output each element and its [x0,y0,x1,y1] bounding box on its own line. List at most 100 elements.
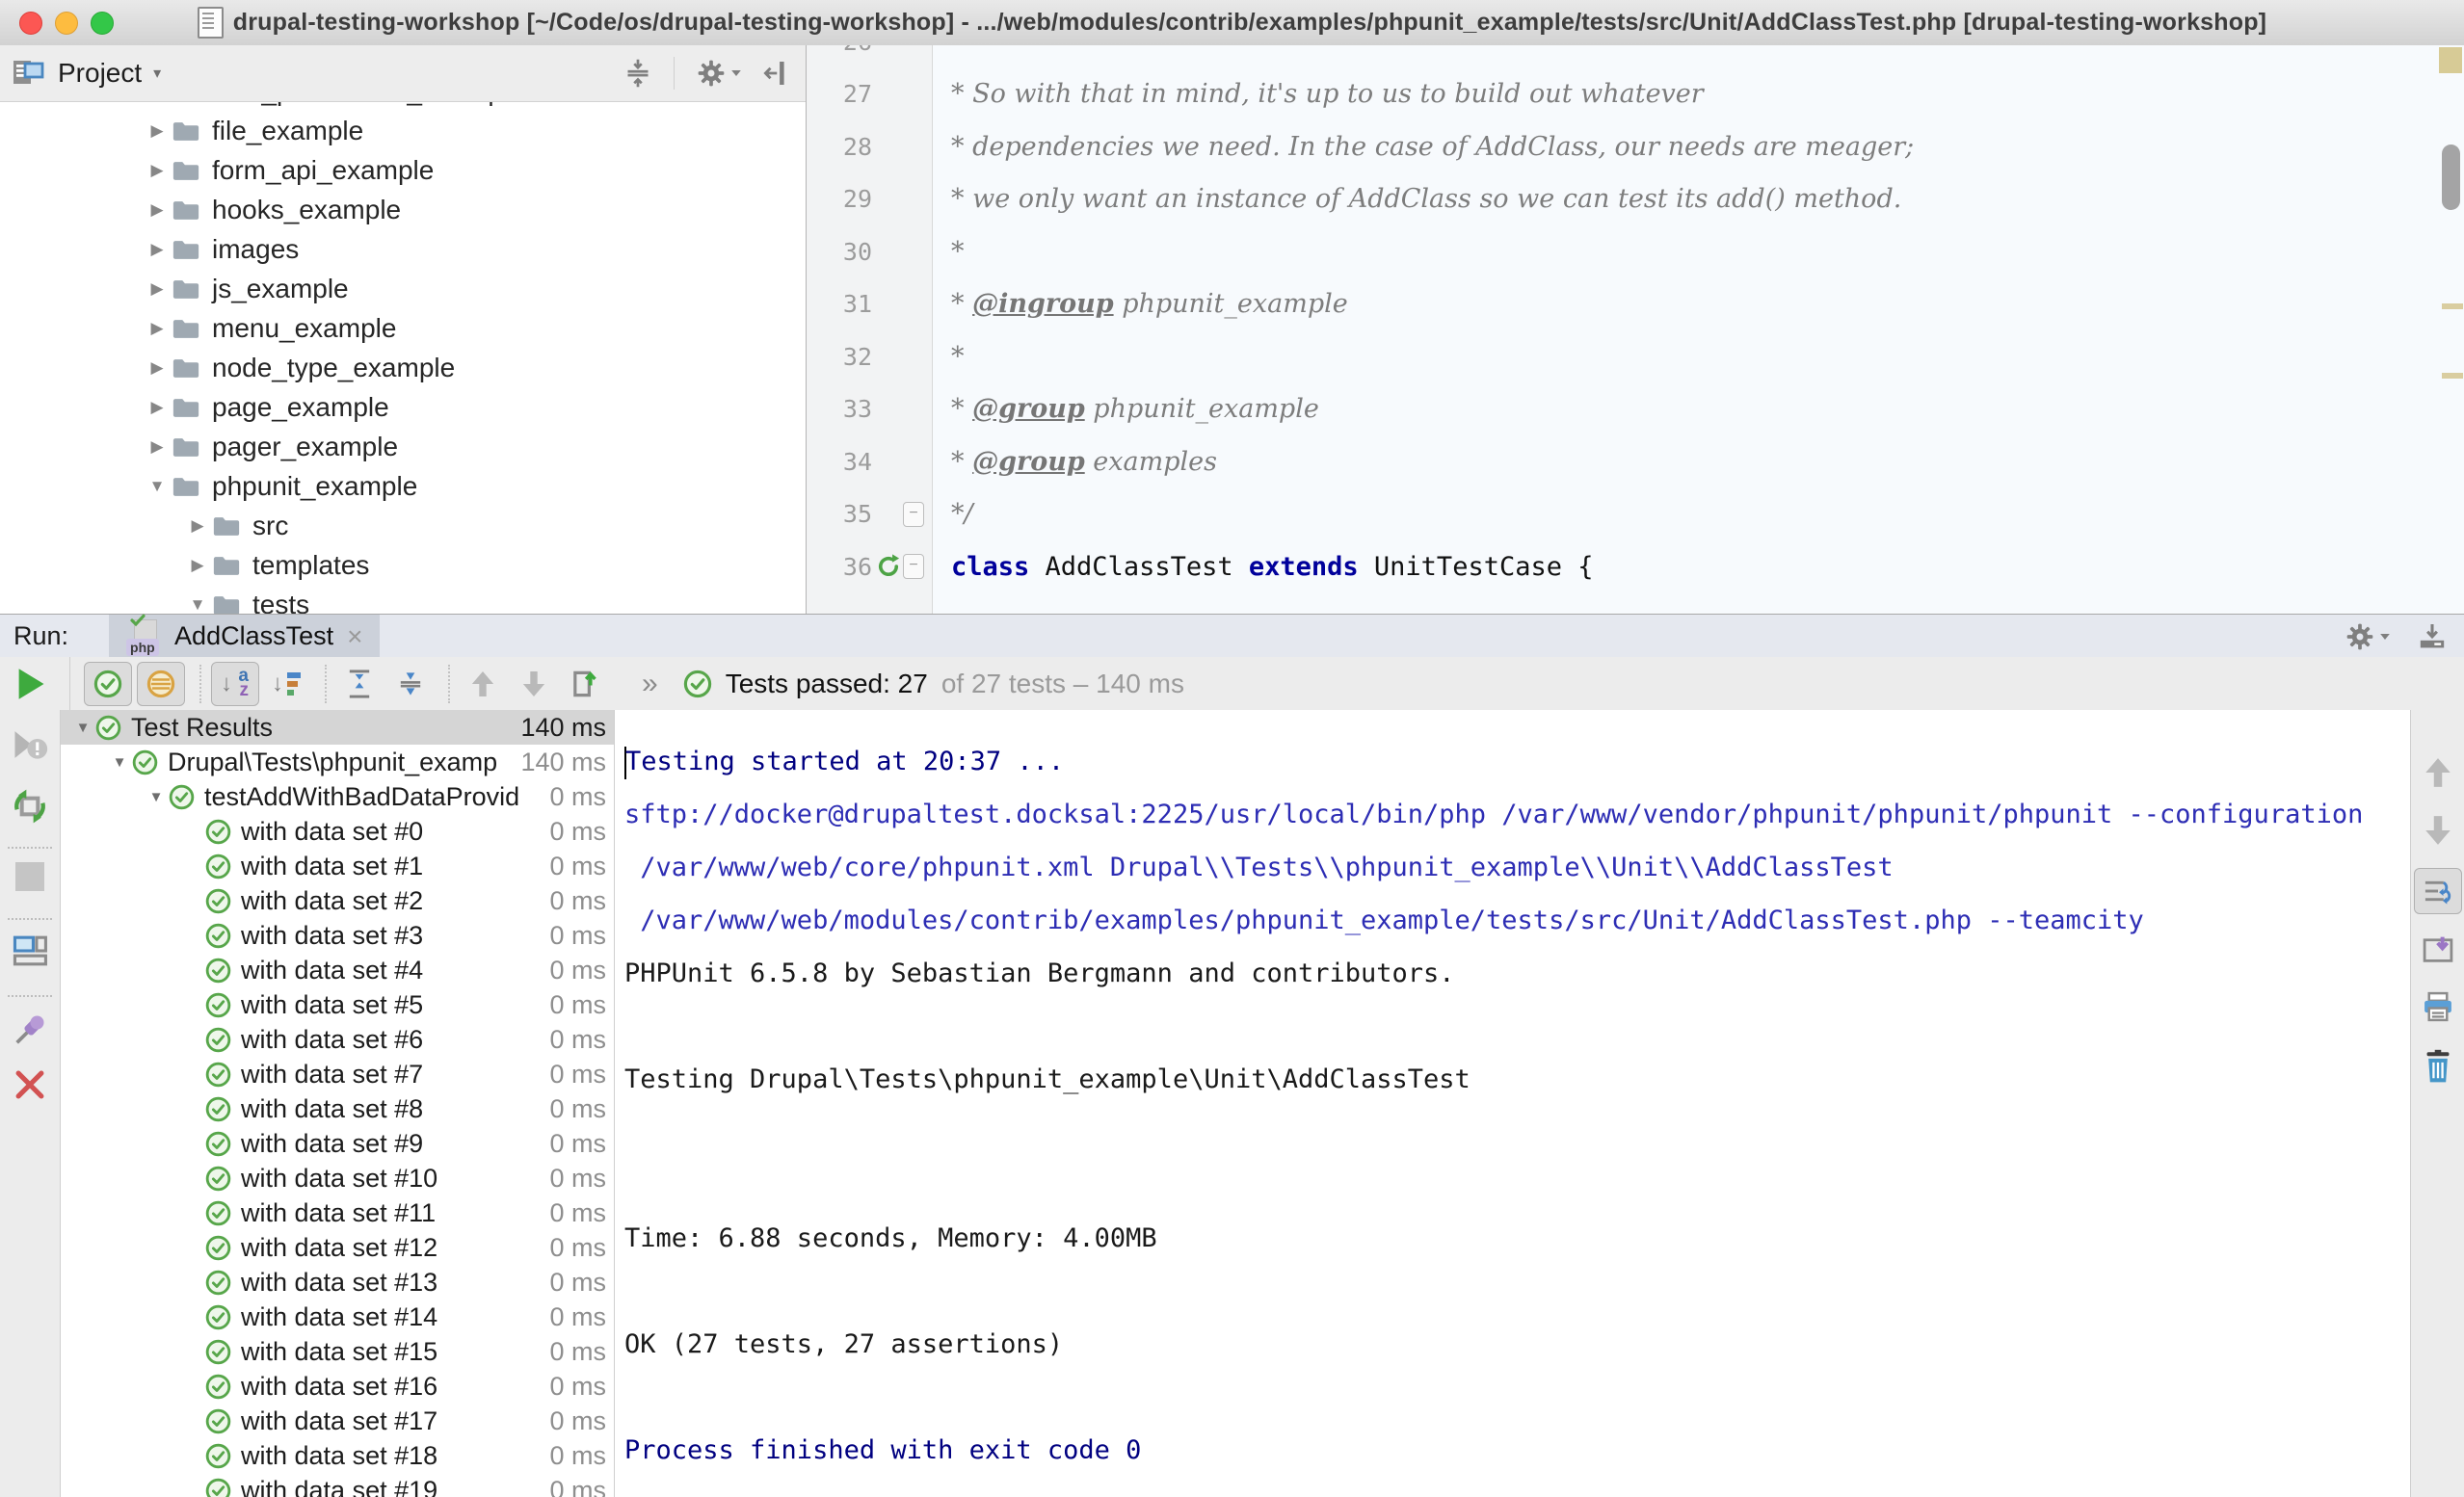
project-tree-item[interactable]: ▼ tests [0,585,806,614]
chevron-icon[interactable]: ▶ [143,161,172,180]
project-tree-item[interactable]: ▼ phpunit_example [0,466,806,506]
scroll-down-button[interactable] [2424,814,2452,847]
test-results-tree[interactable]: ▼ Test Results 140 ms ▼ Drupal\Tests\php… [61,710,615,1497]
editor-line[interactable]: 30* [807,225,2439,278]
chevron-icon[interactable]: ▶ [143,240,172,259]
warning-stripe-mark[interactable] [2442,373,2463,379]
chevron-icon[interactable]: ▶ [143,200,172,220]
project-tree-item[interactable]: ▶ templates [0,545,806,585]
test-case-row[interactable]: with data set #15 0 ms [61,1334,614,1369]
close-tool-window-button[interactable] [13,1068,46,1101]
project-tool-icon[interactable] [12,59,44,88]
test-case-row[interactable]: with data set #11 0 ms [61,1195,614,1230]
project-tree-item[interactable]: ▶ form_api_example [0,150,806,190]
test-case-row[interactable]: with data set #17 0 ms [61,1404,614,1438]
inspection-status-marker[interactable] [2439,47,2462,73]
clear-console-button[interactable] [2422,1049,2454,1084]
chevron-icon[interactable]: ▼ [144,789,169,805]
warning-stripe-mark[interactable] [2442,303,2463,309]
fold-marker-icon[interactable]: − [903,502,924,527]
test-case-row[interactable]: with data set #3 0 ms [61,918,614,953]
chevron-icon[interactable]: ▶ [143,319,172,338]
chevron-icon[interactable]: ▶ [183,516,212,536]
test-case-row[interactable]: with data set #8 0 ms [61,1091,614,1126]
sort-by-duration-toggle[interactable]: ↓ [264,663,310,705]
restore-layout-button[interactable] [12,933,48,968]
editor-scrollbar-thumb[interactable] [2442,144,2460,210]
test-case-row[interactable]: with data set #0 0 ms [61,814,614,849]
project-tree-item[interactable]: ▶ src [0,506,806,545]
run-configuration-tab[interactable]: php AddClassTest × [109,615,380,658]
test-case-row[interactable]: with data set #6 0 ms [61,1022,614,1057]
hide-panel-icon[interactable] [763,59,792,88]
project-panel-title[interactable]: Project [58,58,142,89]
test-case-row[interactable]: with data set #12 0 ms [61,1230,614,1265]
chevron-icon[interactable]: ▶ [143,398,172,417]
chevron-icon[interactable]: ▶ [183,556,212,575]
zoom-window-button[interactable] [91,12,114,35]
expand-all-button[interactable] [336,663,383,705]
toggle-auto-test-button[interactable] [11,787,49,826]
test-case-row[interactable]: with data set #16 0 ms [61,1369,614,1404]
editor-line[interactable]: 28* dependencies we need. In the case of… [807,120,2439,173]
test-case-row[interactable]: with data set #1 0 ms [61,849,614,883]
next-failed-test-button[interactable] [511,663,557,705]
project-tree-item[interactable]: ▶ field_permission_example [0,101,806,111]
editor-line[interactable]: 26 [807,45,2439,68]
test-case-row[interactable]: with data set #7 0 ms [61,1057,614,1091]
editor-line[interactable]: 27* So with that in mind, it's up to us … [807,68,2439,121]
print-button[interactable] [2422,991,2454,1022]
chevron-icon[interactable]: ▶ [143,279,172,299]
run-console[interactable]: Testing started at 20:37 ...sftp://docke… [615,710,2410,1497]
chevron-icon[interactable]: ▶ [143,437,172,457]
editor-line[interactable]: 32* [807,330,2439,383]
project-tree-item[interactable]: ▶ page_example [0,387,806,427]
code-editor[interactable]: 2627* So with that in mind, it's up to u… [807,45,2464,614]
previous-failed-test-button[interactable] [460,663,506,705]
editor-line[interactable]: 31* @ingroup phpunit_example [807,278,2439,331]
test-method-row[interactable]: ▼ testAddWithBadDataProvid 0 ms [61,779,614,814]
sort-alphabetically-toggle[interactable]: ↓az [211,662,259,706]
collapse-all-icon[interactable] [623,58,652,89]
rerun-failed-tests-button[interactable] [12,727,48,762]
show-passed-toggle[interactable] [84,662,132,706]
open-results-in-editor-button[interactable] [2422,933,2454,964]
run-test-gutter-icon[interactable] [874,552,903,581]
editor-line[interactable]: 34* @group examples [807,435,2439,488]
editor-line[interactable]: 33* @group phpunit_example [807,383,2439,436]
import-test-results-button[interactable] [562,663,608,705]
editor-line[interactable]: 35−*/ [807,488,2439,541]
test-case-row[interactable]: with data set #9 0 ms [61,1126,614,1161]
chevron-icon[interactable]: ▼ [183,595,212,615]
collapse-all-button[interactable] [387,663,434,705]
project-view-dropdown-caret[interactable]: ▾ [153,64,161,83]
test-case-row[interactable]: with data set #13 0 ms [61,1265,614,1300]
editor-line[interactable]: 36 −class AddClassTest extends UnitTestC… [807,540,2439,593]
show-ignored-toggle[interactable] [137,662,185,706]
fold-marker-icon[interactable]: − [903,554,924,579]
project-tree-item[interactable]: ▶ file_example [0,111,806,150]
project-tree-item[interactable]: ▶ js_example [0,269,806,308]
pin-tab-button[interactable] [11,1011,49,1049]
chevron-icon[interactable]: ▼ [143,477,172,496]
close-tab-icon[interactable]: × [347,621,362,652]
project-tree-item[interactable]: ▶ menu_example [0,308,806,348]
more-actions-icon[interactable]: » [642,668,658,700]
project-tree-item[interactable]: ▶ images [0,229,806,269]
test-case-row[interactable]: with data set #14 0 ms [61,1300,614,1334]
project-tree-item[interactable]: ▶ node_type_example [0,348,806,387]
test-case-row[interactable]: with data set #18 0 ms [61,1438,614,1473]
soft-wrap-toggle[interactable] [2414,868,2462,914]
test-case-row[interactable]: with data set #5 0 ms [61,987,614,1022]
minimize-window-button[interactable] [55,12,78,35]
chevron-icon[interactable]: ▶ [143,358,172,378]
project-tree-item[interactable]: ▶ pager_example [0,427,806,466]
test-results-root-row[interactable]: ▼ Test Results 140 ms [61,710,614,745]
stop-process-button[interactable] [15,862,44,891]
test-case-row[interactable]: with data set #10 0 ms [61,1161,614,1195]
scroll-up-button[interactable] [2424,756,2452,789]
run-settings-button[interactable] [2345,621,2391,652]
test-suite-row[interactable]: ▼ Drupal\Tests\phpunit_examp 140 ms [61,745,614,779]
project-tree-item[interactable]: ▶ hooks_example [0,190,806,229]
test-case-row[interactable]: with data set #4 0 ms [61,953,614,987]
